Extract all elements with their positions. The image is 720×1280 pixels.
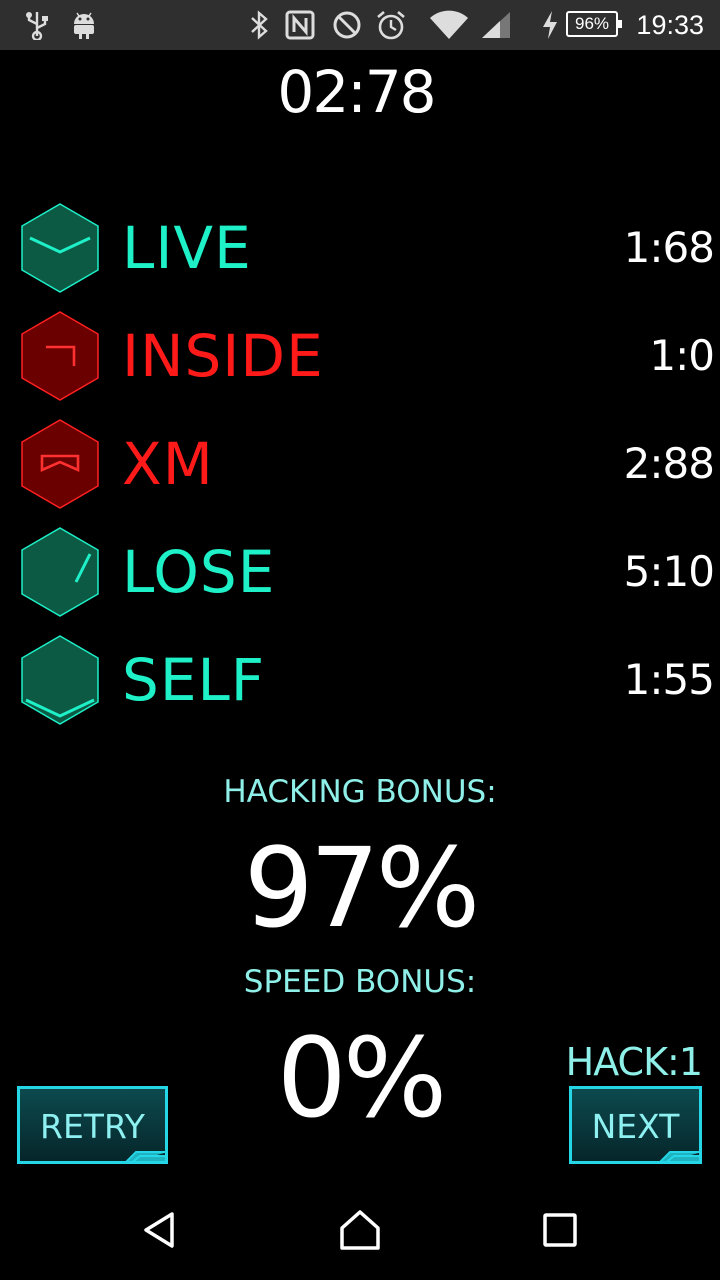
glyph-inside-icon	[21, 311, 99, 401]
speed-bonus-label: SPEED BONUS:	[243, 964, 477, 1000]
glyph-self-icon	[21, 635, 99, 725]
next-button-label: NEXT	[591, 1107, 680, 1146]
recents-icon	[543, 1213, 577, 1247]
hack-count: HACK:1	[565, 1040, 703, 1084]
glyph-time: 1:0	[649, 331, 715, 380]
home-icon	[340, 1210, 380, 1250]
glyph-word: XM	[122, 430, 214, 498]
alarm-icon	[374, 0, 408, 50]
status-bar: 96% 19:33	[0, 0, 720, 50]
home-button[interactable]	[300, 1180, 420, 1280]
hacking-bonus-value: 97%	[243, 824, 481, 952]
hack-timer: 02:78	[277, 58, 436, 126]
glyph-row: LIVE 1:68	[0, 202, 720, 298]
glyph-word: LOSE	[122, 538, 276, 606]
glyph-time: 1:55	[623, 655, 715, 704]
glyph-row: INSIDE 1:0	[0, 310, 720, 406]
bluetooth-icon	[246, 0, 272, 50]
glyph-word: INSIDE	[122, 322, 324, 390]
clock: 19:33	[636, 10, 704, 40]
next-button[interactable]: NEXT	[569, 1086, 702, 1164]
usb-icon	[22, 0, 52, 50]
cellular-signal-icon	[478, 0, 514, 50]
nfc-icon	[284, 0, 316, 50]
back-icon	[144, 1212, 174, 1248]
glyph-time: 1:68	[623, 223, 715, 272]
glyph-live-icon	[21, 203, 99, 293]
battery-indicator: 96%	[566, 11, 622, 37]
wifi-icon	[428, 0, 470, 50]
android-icon	[68, 0, 100, 50]
glyph-lose-icon	[21, 527, 99, 617]
retry-button-label: RETRY	[40, 1107, 145, 1146]
recents-button[interactable]	[500, 1180, 620, 1280]
glyph-word: LIVE	[122, 214, 252, 282]
retry-button[interactable]: RETRY	[17, 1086, 168, 1164]
charging-icon	[538, 0, 562, 50]
do-not-disturb-icon	[330, 0, 364, 50]
corner-decoration-icon	[124, 1151, 168, 1164]
glyph-word: SELF	[122, 646, 266, 714]
glyph-row: XM 2:88	[0, 418, 720, 514]
glyph-row: SELF 1:55	[0, 634, 720, 730]
glyph-time: 5:10	[623, 547, 715, 596]
glyph-row: LOSE 5:10	[0, 526, 720, 622]
navigation-bar	[0, 1180, 720, 1280]
corner-decoration-icon	[658, 1151, 702, 1164]
glyph-xm-icon	[21, 419, 99, 509]
glyph-time: 2:88	[623, 439, 715, 488]
hacking-bonus-label: HACKING BONUS:	[223, 774, 497, 810]
back-button[interactable]	[100, 1180, 220, 1280]
